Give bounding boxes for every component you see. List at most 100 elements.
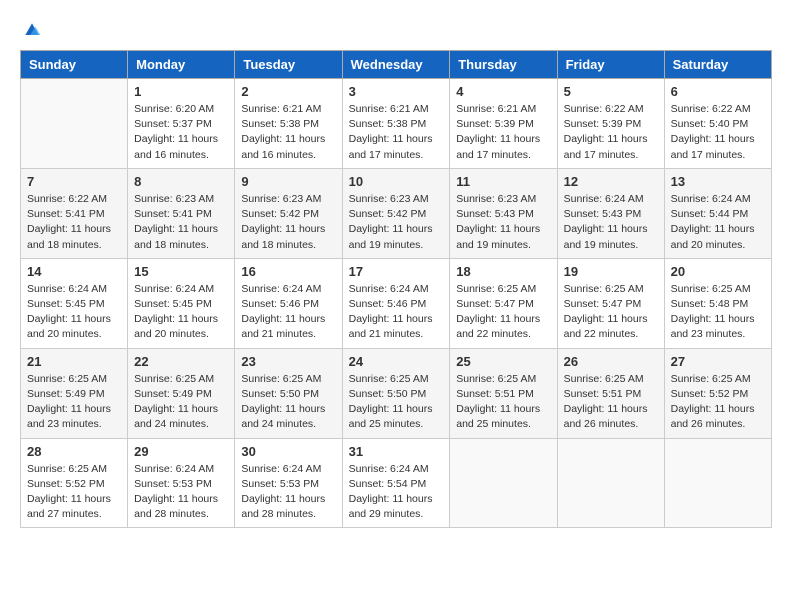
day-number: 25 (456, 354, 550, 369)
header-monday: Monday (128, 51, 235, 79)
day-number: 14 (27, 264, 121, 279)
day-info: Sunrise: 6:25 AMSunset: 5:47 PMDaylight:… (456, 282, 550, 343)
calendar-week-row: 21 Sunrise: 6:25 AMSunset: 5:49 PMDayligh… (21, 348, 772, 438)
logo (20, 20, 42, 40)
day-number: 4 (456, 84, 550, 99)
calendar-day-cell: 6 Sunrise: 6:22 AMSunset: 5:40 PMDaylight… (664, 79, 771, 169)
calendar-day-cell: 14 Sunrise: 6:24 AMSunset: 5:45 PMDayligh… (21, 258, 128, 348)
calendar-day-cell: 1Sunrise: 6:20 AMSunset: 5:37 PMDaylight… (128, 79, 235, 169)
day-info: Sunrise: 6:23 AMSunset: 5:43 PMDaylight:… (456, 192, 550, 253)
day-info: Sunrise: 6:25 AMSunset: 5:49 PMDaylight:… (27, 372, 121, 433)
calendar-day-cell: 2 Sunrise: 6:21 AMSunset: 5:38 PMDaylight… (235, 79, 342, 169)
day-info: Sunrise: 6:20 AMSunset: 5:37 PMDaylight:… (134, 102, 228, 163)
day-info: Sunrise: 6:23 AMSunset: 5:41 PMDaylight:… (134, 192, 228, 253)
day-info: Sunrise: 6:25 AMSunset: 5:51 PMDaylight:… (564, 372, 658, 433)
day-number: 29 (134, 444, 228, 459)
day-info: Sunrise: 6:25 AMSunset: 5:47 PMDaylight:… (564, 282, 658, 343)
calendar-day-cell: 5 Sunrise: 6:22 AMSunset: 5:39 PMDaylight… (557, 79, 664, 169)
calendar-day-cell: 19 Sunrise: 6:25 AMSunset: 5:47 PMDayligh… (557, 258, 664, 348)
day-info: Sunrise: 6:24 AMSunset: 5:53 PMDaylight:… (241, 462, 335, 523)
day-number: 15 (134, 264, 228, 279)
page-header (20, 20, 772, 40)
day-info: Sunrise: 6:23 AMSunset: 5:42 PMDaylight:… (349, 192, 444, 253)
day-number: 21 (27, 354, 121, 369)
calendar-day-cell: 25 Sunrise: 6:25 AMSunset: 5:51 PMDayligh… (450, 348, 557, 438)
calendar-day-cell: 30 Sunrise: 6:24 AMSunset: 5:53 PMDayligh… (235, 438, 342, 528)
day-info: Sunrise: 6:24 AMSunset: 5:44 PMDaylight:… (671, 192, 765, 253)
calendar-day-cell: 11Sunrise: 6:23 AMSunset: 5:43 PMDayligh… (450, 168, 557, 258)
header-tuesday: Tuesday (235, 51, 342, 79)
calendar-day-cell: 27 Sunrise: 6:25 AMSunset: 5:52 PMDayligh… (664, 348, 771, 438)
logo-icon (22, 20, 42, 40)
day-info: Sunrise: 6:25 AMSunset: 5:51 PMDaylight:… (456, 372, 550, 433)
day-info: Sunrise: 6:22 AMSunset: 5:41 PMDaylight:… (27, 192, 121, 253)
calendar-day-cell: 31 Sunrise: 6:24 AMSunset: 5:54 PMDayligh… (342, 438, 450, 528)
day-number: 17 (349, 264, 444, 279)
day-number: 19 (564, 264, 658, 279)
calendar-day-cell (21, 79, 128, 169)
calendar-day-cell: 29 Sunrise: 6:24 AMSunset: 5:53 PMDayligh… (128, 438, 235, 528)
calendar-day-cell: 23Sunrise: 6:25 AMSunset: 5:50 PMDayligh… (235, 348, 342, 438)
calendar-day-cell: 28Sunrise: 6:25 AMSunset: 5:52 PMDayligh… (21, 438, 128, 528)
calendar-day-cell: 21 Sunrise: 6:25 AMSunset: 5:49 PMDayligh… (21, 348, 128, 438)
header-saturday: Saturday (664, 51, 771, 79)
day-info: Sunrise: 6:22 AMSunset: 5:39 PMDaylight:… (564, 102, 658, 163)
calendar-day-cell: 8 Sunrise: 6:23 AMSunset: 5:41 PMDaylight… (128, 168, 235, 258)
day-number: 6 (671, 84, 765, 99)
day-number: 26 (564, 354, 658, 369)
calendar-day-cell: 20Sunrise: 6:25 AMSunset: 5:48 PMDayligh… (664, 258, 771, 348)
calendar-day-cell (450, 438, 557, 528)
day-number: 18 (456, 264, 550, 279)
header-friday: Friday (557, 51, 664, 79)
day-number: 7 (27, 174, 121, 189)
calendar-day-cell: 15Sunrise: 6:24 AMSunset: 5:45 PMDayligh… (128, 258, 235, 348)
calendar-table: SundayMondayTuesdayWednesdayThursdayFrid… (20, 50, 772, 528)
day-info: Sunrise: 6:24 AMSunset: 5:46 PMDaylight:… (349, 282, 444, 343)
calendar-day-cell: 12 Sunrise: 6:24 AMSunset: 5:43 PMDayligh… (557, 168, 664, 258)
calendar-day-cell: 26 Sunrise: 6:25 AMSunset: 5:51 PMDayligh… (557, 348, 664, 438)
calendar-week-row: 14 Sunrise: 6:24 AMSunset: 5:45 PMDayligh… (21, 258, 772, 348)
header-thursday: Thursday (450, 51, 557, 79)
day-info: Sunrise: 6:24 AMSunset: 5:54 PMDaylight:… (349, 462, 444, 523)
day-info: Sunrise: 6:25 AMSunset: 5:52 PMDaylight:… (671, 372, 765, 433)
day-number: 9 (241, 174, 335, 189)
day-info: Sunrise: 6:24 AMSunset: 5:43 PMDaylight:… (564, 192, 658, 253)
calendar-week-row: 1Sunrise: 6:20 AMSunset: 5:37 PMDaylight… (21, 79, 772, 169)
calendar-header-row: SundayMondayTuesdayWednesdayThursdayFrid… (21, 51, 772, 79)
day-number: 3 (349, 84, 444, 99)
day-number: 28 (27, 444, 121, 459)
header-wednesday: Wednesday (342, 51, 450, 79)
calendar-day-cell: 13Sunrise: 6:24 AMSunset: 5:44 PMDayligh… (664, 168, 771, 258)
day-number: 31 (349, 444, 444, 459)
calendar-day-cell: 17 Sunrise: 6:24 AMSunset: 5:46 PMDayligh… (342, 258, 450, 348)
day-info: Sunrise: 6:24 AMSunset: 5:46 PMDaylight:… (241, 282, 335, 343)
day-number: 8 (134, 174, 228, 189)
day-info: Sunrise: 6:24 AMSunset: 5:53 PMDaylight:… (134, 462, 228, 523)
day-number: 12 (564, 174, 658, 189)
day-number: 5 (564, 84, 658, 99)
day-info: Sunrise: 6:21 AMSunset: 5:38 PMDaylight:… (241, 102, 335, 163)
calendar-day-cell: 4 Sunrise: 6:21 AMSunset: 5:39 PMDaylight… (450, 79, 557, 169)
calendar-day-cell (557, 438, 664, 528)
day-number: 16 (241, 264, 335, 279)
header-sunday: Sunday (21, 51, 128, 79)
calendar-day-cell: 9 Sunrise: 6:23 AMSunset: 5:42 PMDaylight… (235, 168, 342, 258)
day-info: Sunrise: 6:23 AMSunset: 5:42 PMDaylight:… (241, 192, 335, 253)
calendar-week-row: 28Sunrise: 6:25 AMSunset: 5:52 PMDayligh… (21, 438, 772, 528)
day-info: Sunrise: 6:25 AMSunset: 5:49 PMDaylight:… (134, 372, 228, 433)
day-info: Sunrise: 6:25 AMSunset: 5:48 PMDaylight:… (671, 282, 765, 343)
day-info: Sunrise: 6:21 AMSunset: 5:39 PMDaylight:… (456, 102, 550, 163)
day-number: 27 (671, 354, 765, 369)
calendar-day-cell: 10Sunrise: 6:23 AMSunset: 5:42 PMDayligh… (342, 168, 450, 258)
day-info: Sunrise: 6:22 AMSunset: 5:40 PMDaylight:… (671, 102, 765, 163)
day-info: Sunrise: 6:24 AMSunset: 5:45 PMDaylight:… (27, 282, 121, 343)
day-number: 2 (241, 84, 335, 99)
day-info: Sunrise: 6:21 AMSunset: 5:38 PMDaylight:… (349, 102, 444, 163)
calendar-day-cell: 7 Sunrise: 6:22 AMSunset: 5:41 PMDaylight… (21, 168, 128, 258)
calendar-week-row: 7 Sunrise: 6:22 AMSunset: 5:41 PMDaylight… (21, 168, 772, 258)
day-number: 30 (241, 444, 335, 459)
calendar-day-cell: 18 Sunrise: 6:25 AMSunset: 5:47 PMDayligh… (450, 258, 557, 348)
calendar-day-cell: 24Sunrise: 6:25 AMSunset: 5:50 PMDayligh… (342, 348, 450, 438)
day-info: Sunrise: 6:25 AMSunset: 5:50 PMDaylight:… (349, 372, 444, 433)
calendar-day-cell (664, 438, 771, 528)
